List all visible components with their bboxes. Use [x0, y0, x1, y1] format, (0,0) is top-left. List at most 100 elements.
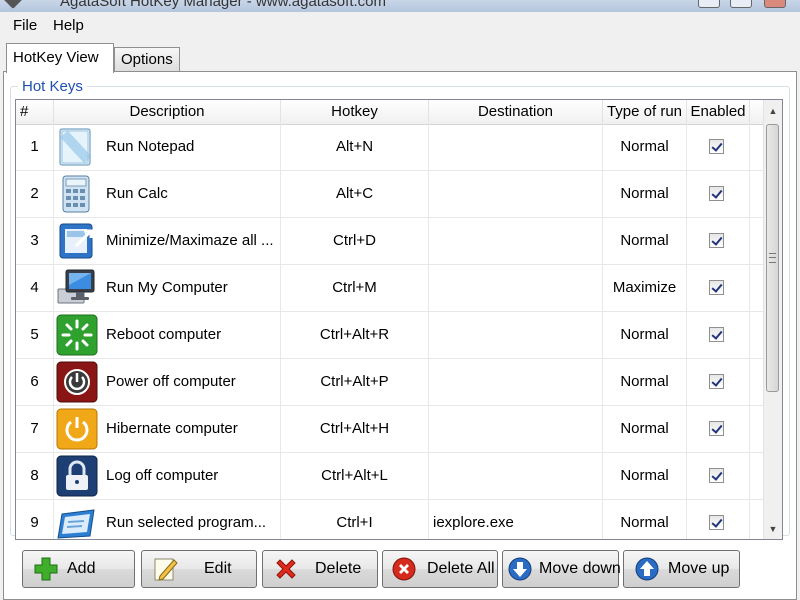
row-number: 1 [16, 124, 54, 170]
row-type-of-run: Normal [603, 218, 687, 264]
tab-hotkey-view[interactable]: HotKey View [6, 43, 114, 73]
minimize-button[interactable] [698, 0, 720, 8]
table-row[interactable]: 3 Minimize/Maximaze all ... Ctrl+D Norma… [16, 218, 764, 265]
row-hotkey: Alt+C [281, 171, 429, 217]
row-description: Reboot computer [54, 312, 281, 358]
table-row[interactable]: 9 Run selected program... Ctrl+I iexplor… [16, 500, 764, 539]
row-description: Run selected program... [54, 500, 281, 539]
tab-options[interactable]: Options [114, 47, 180, 72]
row-number: 5 [16, 312, 54, 358]
enabled-checkbox[interactable] [709, 233, 724, 248]
enabled-checkbox[interactable] [709, 374, 724, 389]
table-row[interactable]: 2 Run Calc Alt+C Normal [16, 171, 764, 218]
row-type-of-run: Normal [603, 171, 687, 217]
row-hotkey: Ctrl+Alt+L [281, 453, 429, 499]
row-type-of-run: Normal [603, 124, 687, 170]
plus-icon [34, 557, 58, 581]
vertical-scrollbar[interactable]: ▲ ▼ [763, 100, 782, 539]
row-destination [429, 312, 603, 358]
row-number: 7 [16, 406, 54, 452]
row-number: 8 [16, 453, 54, 499]
menu-file[interactable]: File [13, 17, 37, 34]
row-enabled [687, 359, 750, 405]
col-hotkey[interactable]: Hotkey [281, 100, 429, 124]
scroll-down-icon[interactable]: ▼ [764, 520, 782, 538]
row-hotkey: Ctrl+Alt+R [281, 312, 429, 358]
move-down-button-label: Move down [539, 560, 621, 577]
col-enabled[interactable]: Enabled [687, 100, 750, 124]
table-row[interactable]: 6 Power off computer Ctrl+Alt+P Normal [16, 359, 764, 406]
enabled-checkbox[interactable] [709, 280, 724, 295]
menu-help[interactable]: Help [53, 17, 84, 34]
move-up-button-label: Move up [668, 560, 730, 577]
table-row[interactable]: 8 Log off computer Ctrl+Alt+L Normal [16, 453, 764, 500]
hot-keys-group-label: Hot Keys [18, 78, 87, 95]
enabled-checkbox[interactable] [709, 421, 724, 436]
enabled-checkbox[interactable] [709, 468, 724, 483]
row-type-of-run: Maximize [603, 265, 687, 311]
scroll-up-icon[interactable]: ▲ [764, 102, 782, 120]
row-enabled [687, 406, 750, 452]
enabled-checkbox[interactable] [709, 186, 724, 201]
row-type-of-run: Normal [603, 359, 687, 405]
col-type-of-run[interactable]: Type of run [603, 100, 687, 124]
row-number: 6 [16, 359, 54, 405]
table-row[interactable]: 4 Run My Computer Ctrl+M Maximize [16, 265, 764, 312]
col-description[interactable]: Description [54, 100, 281, 124]
row-destination [429, 406, 603, 452]
pencil-icon [154, 558, 178, 581]
hotkey-table[interactable]: # Description Hotkey Destination Type of… [15, 99, 783, 540]
row-destination [429, 359, 603, 405]
row-enabled [687, 453, 750, 499]
row-enabled [687, 124, 750, 170]
delete-all-button-label: Delete All [427, 560, 495, 577]
enabled-checkbox[interactable] [709, 139, 724, 154]
row-description: Power off computer [54, 359, 281, 405]
row-destination [429, 265, 603, 311]
row-destination [429, 124, 603, 170]
tab-strip: HotKey View Options [0, 40, 800, 73]
edit-button-label: Edit [204, 560, 232, 577]
row-number: 3 [16, 218, 54, 264]
row-description: Run Calc [54, 171, 281, 217]
row-number: 9 [16, 500, 54, 539]
row-destination [429, 453, 603, 499]
enabled-checkbox[interactable] [709, 327, 724, 342]
move-up-button[interactable]: Move up [623, 550, 740, 588]
arrow-up-icon [635, 557, 659, 581]
add-button[interactable]: Add [22, 550, 135, 588]
arrow-down-icon [508, 557, 532, 581]
scrollbar-thumb[interactable] [766, 124, 779, 392]
row-type-of-run: Normal [603, 406, 687, 452]
move-down-button[interactable]: Move down [502, 550, 621, 588]
window-title: AgataSoft HotKey Manager - www.agatasoft… [60, 0, 386, 10]
table-row[interactable]: 7 Hibernate computer Ctrl+Alt+H Normal [16, 406, 764, 453]
table-row[interactable]: 5 Reboot computer Ctrl+Alt+R Normal [16, 312, 764, 359]
edit-button[interactable]: Edit [141, 550, 257, 588]
col-number[interactable]: # [16, 100, 54, 124]
delete-all-button[interactable]: Delete All [382, 550, 498, 588]
title-bar: AgataSoft HotKey Manager - www.agatasoft… [0, 0, 800, 12]
row-type-of-run: Normal [603, 312, 687, 358]
row-hotkey: Ctrl+D [281, 218, 429, 264]
table-row[interactable]: 1 Run Notepad Alt+N Normal [16, 124, 764, 171]
row-description: Minimize/Maximaze all ... [54, 218, 281, 264]
row-hotkey: Ctrl+Alt+H [281, 406, 429, 452]
col-destination[interactable]: Destination [429, 100, 603, 124]
maximize-button[interactable] [730, 0, 752, 8]
row-description: Log off computer [54, 453, 281, 499]
row-hotkey: Ctrl+Alt+P [281, 359, 429, 405]
row-hotkey: Ctrl+M [281, 265, 429, 311]
app-icon [3, 0, 23, 9]
row-type-of-run: Normal [603, 453, 687, 499]
row-destination: iexplore.exe [429, 500, 603, 539]
row-destination [429, 218, 603, 264]
delete-button[interactable]: Delete [262, 550, 378, 588]
row-destination [429, 171, 603, 217]
table-header: # Description Hotkey Destination Type of… [16, 100, 764, 125]
enabled-checkbox[interactable] [709, 515, 724, 530]
close-button[interactable] [764, 0, 786, 8]
row-enabled [687, 171, 750, 217]
row-enabled [687, 265, 750, 311]
row-number: 2 [16, 171, 54, 217]
